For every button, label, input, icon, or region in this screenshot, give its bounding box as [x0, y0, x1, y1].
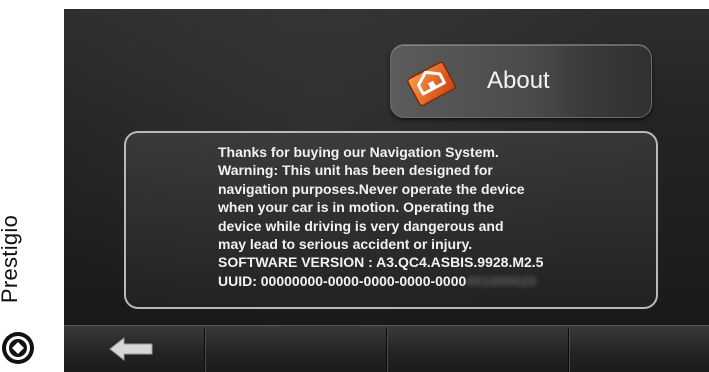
info-line: device while driving is very dangerous a…: [218, 217, 504, 234]
software-version: SOFTWARE VERSION : A3.QC4.ASBIS.9928.M2.…: [218, 254, 544, 271]
back-button[interactable]: [64, 326, 204, 372]
device-screen: About Thanks for buying our Navigation S…: [64, 9, 709, 372]
info-line: Thanks for buying our Navigation System.: [218, 144, 499, 160]
back-arrow-icon: [109, 336, 153, 362]
brand-strip: Prestigio: [0, 0, 64, 372]
uuid-label: UUID: 00000000-0000-0000-0000-0000: [218, 272, 467, 289]
toolbar-slot[interactable]: [570, 326, 709, 372]
bottom-toolbar: [64, 325, 709, 372]
home-icon: [407, 61, 456, 107]
info-line: when your car is in motion. Operating th…: [218, 199, 495, 216]
toolbar-slot[interactable]: [206, 326, 386, 372]
uuid-line: UUID: 00000000-0000-0000-0000-0000491000…: [218, 272, 648, 290]
page-title: About: [487, 67, 550, 94]
brand-emblem-icon: [2, 332, 34, 364]
brand-logo-text: Prestigio: [0, 214, 22, 304]
info-panel: Thanks for buying our Navigation System.…: [124, 131, 658, 309]
info-text: Thanks for buying our Navigation System.…: [218, 143, 648, 290]
toolbar-slot[interactable]: [388, 326, 568, 372]
about-header: About: [390, 44, 652, 118]
uuid-blurred: 491000020: [466, 272, 537, 289]
info-line: Warning: This unit has been designed for: [218, 162, 493, 179]
info-line: may lead to serious accident or injury.: [218, 236, 473, 253]
info-line: navigation purposes.Never operate the de…: [218, 180, 525, 197]
